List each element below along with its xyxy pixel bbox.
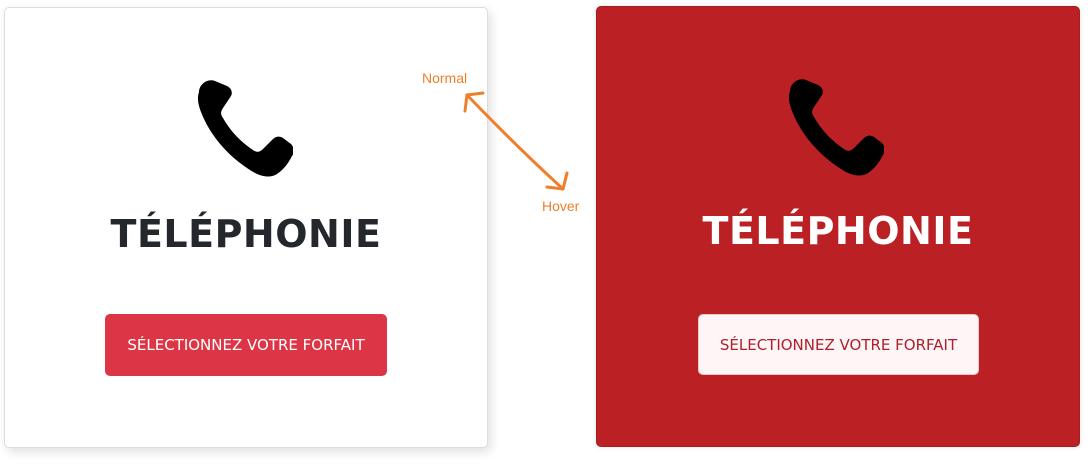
service-card-normal[interactable]: TÉLÉPHONIE SÉLECTIONNEZ VOTRE FORFAIT (4, 7, 488, 448)
hover-state-label: Hover (542, 198, 580, 214)
service-card-hover[interactable]: TÉLÉPHONIE SÉLECTIONNEZ VOTRE FORFAIT (596, 6, 1080, 447)
select-plan-button[interactable]: SÉLECTIONNEZ VOTRE FORFAIT (698, 314, 979, 375)
card-title: TÉLÉPHONIE (702, 209, 974, 253)
card-title: TÉLÉPHONIE (110, 212, 382, 256)
double-headed-arrow-icon (463, 91, 569, 191)
phone-icon (197, 80, 293, 177)
phone-icon (788, 79, 884, 176)
normal-state-label: Normal (422, 70, 468, 86)
select-plan-button[interactable]: SÉLECTIONNEZ VOTRE FORFAIT (105, 314, 387, 376)
